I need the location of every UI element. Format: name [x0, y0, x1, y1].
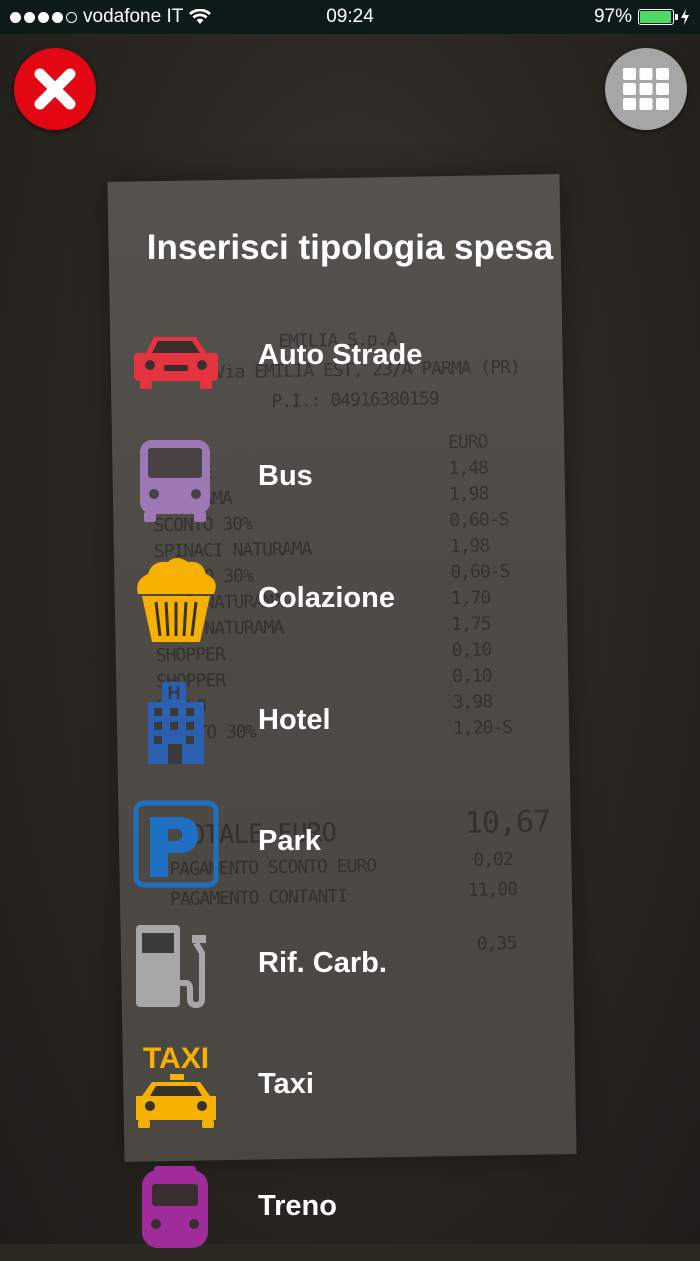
category-bus[interactable]: Bus — [130, 426, 570, 526]
hotel-icon: H — [130, 670, 222, 770]
category-auto-strade[interactable]: Auto Strade — [130, 305, 570, 405]
close-icon — [34, 68, 76, 110]
grid-icon — [623, 68, 669, 110]
category-label: Treno — [258, 1190, 337, 1222]
category-treno[interactable]: Treno — [130, 1156, 570, 1256]
car-icon — [130, 305, 222, 405]
category-taxi[interactable]: TAXI Taxi — [130, 1034, 570, 1134]
category-rif-carb[interactable]: Rif. Carb. — [130, 913, 570, 1013]
battery-percentage: 97% — [593, 6, 632, 27]
page-title: Inserisci tipologia spesa — [146, 228, 554, 267]
category-label: Colazione — [258, 582, 395, 614]
battery-icon — [638, 9, 678, 25]
muffin-icon — [130, 548, 222, 648]
category-park[interactable]: Park — [130, 791, 570, 891]
category-label: Auto Strade — [258, 339, 423, 371]
close-button[interactable] — [14, 48, 96, 130]
category-label: Taxi — [258, 1068, 314, 1100]
grid-menu-button[interactable] — [605, 48, 687, 130]
category-hotel[interactable]: H Hotel — [130, 670, 570, 770]
parking-icon — [130, 791, 222, 891]
taxi-sign: TAXI — [143, 1042, 209, 1075]
status-bar: vodafone IT 09:24 97% — [0, 0, 700, 34]
taxi-icon: TAXI — [130, 1034, 222, 1134]
category-label: Bus — [258, 460, 313, 492]
fuel-pump-icon — [130, 913, 222, 1013]
charging-icon — [681, 9, 689, 25]
category-colazione[interactable]: Colazione — [130, 548, 570, 648]
category-label: Hotel — [258, 704, 331, 736]
bus-icon — [130, 426, 222, 526]
category-label: Park — [258, 825, 321, 857]
train-icon — [130, 1156, 222, 1256]
category-label: Rif. Carb. — [258, 947, 387, 979]
svg-text:H: H — [168, 683, 181, 703]
